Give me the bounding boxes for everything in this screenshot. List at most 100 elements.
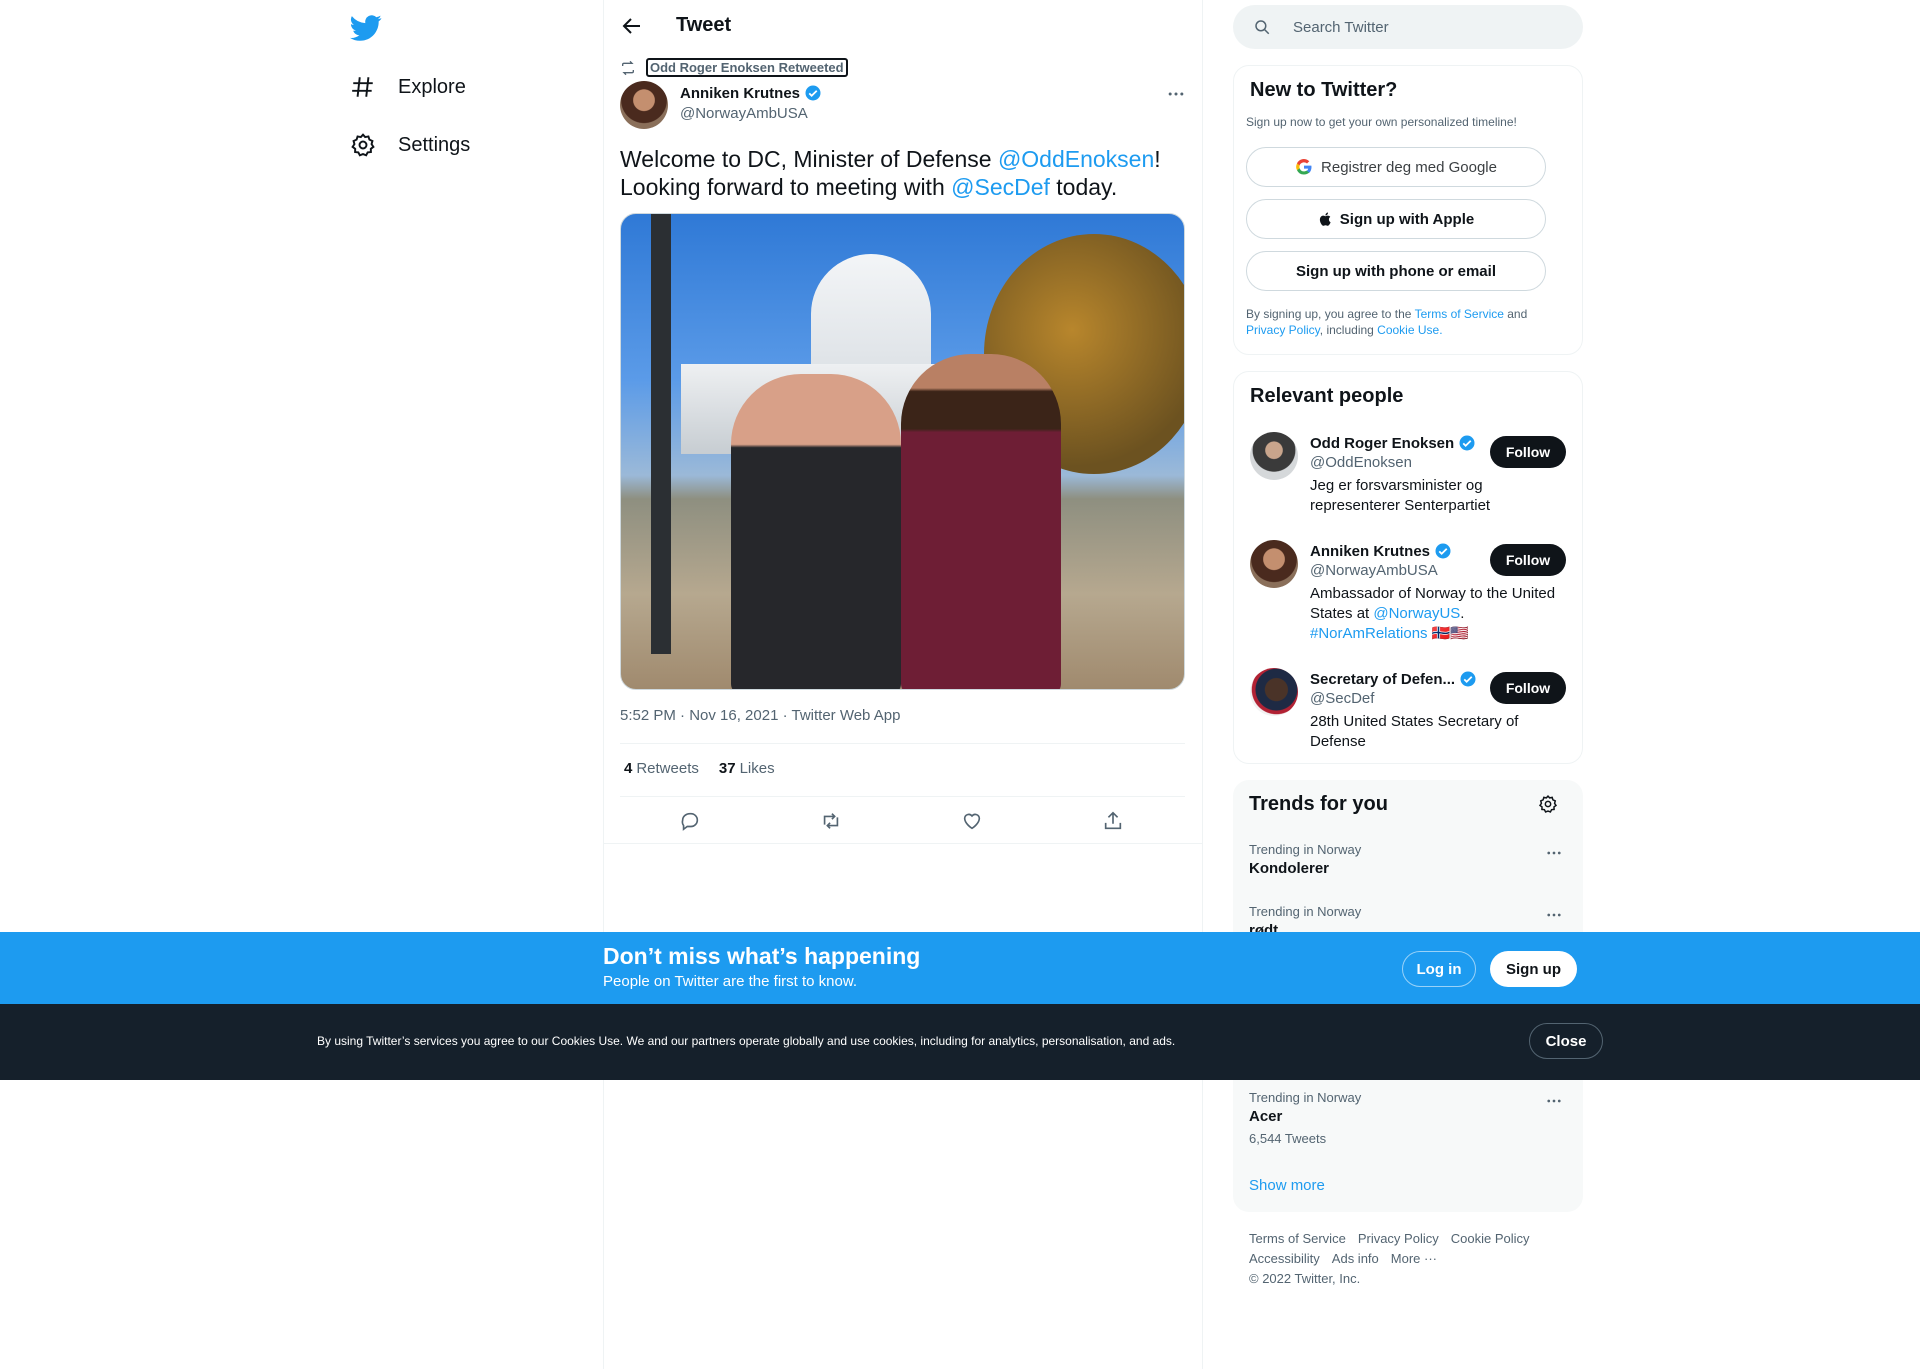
search-bar[interactable]: Search Twitter [1233,5,1583,49]
cookie-use-link[interactable]: Cookie Use. [1377,323,1442,337]
follow-button[interactable]: Follow [1490,544,1566,576]
retweet-action-icon[interactable] [820,810,842,832]
verified-badge-icon [805,85,821,101]
person-handle[interactable]: @OddEnoksen [1310,454,1412,471]
follow-button[interactable]: Follow [1490,672,1566,704]
footer-terms-link[interactable]: Terms of Service [1249,1231,1346,1246]
photo-person-right [901,354,1061,689]
retweeted-by-link[interactable]: Odd Roger Enoksen Retweeted [646,58,848,77]
trend-name[interactable]: Acer [1249,1108,1282,1125]
google-g-icon [1296,158,1312,175]
hashtag-noramrelations[interactable]: #NorAmRelations [1310,625,1428,642]
retweets-count: 4 [624,760,633,777]
trend-name[interactable]: Kondolerer [1249,860,1329,877]
tweet-author-handle[interactable]: @NorwayAmbUSA [680,105,808,122]
trend-category: Trending in Norway [1249,904,1362,919]
like-heart-icon[interactable] [961,810,983,832]
nav-settings[interactable]: Settings [350,125,470,165]
signup-legal-text: By signing up, you agree to the Terms of… [1246,306,1566,338]
phone-email-signup-button[interactable]: Sign up with phone or email [1246,251,1546,291]
search-icon [1255,20,1270,35]
banner-subtitle: People on Twitter are the first to know. [603,973,858,990]
likes-stat[interactable]: 37 Likes [719,760,775,777]
cookie-close-button[interactable]: Close [1529,1023,1603,1059]
search-input[interactable]: Search Twitter [1293,19,1389,36]
person-bio: Ambassador of Norway to the United State… [1310,584,1570,644]
terms-link[interactable]: Terms of Service [1415,307,1504,321]
relevant-people-title: Relevant people [1250,385,1404,407]
verified-badge-icon [1459,435,1475,451]
privacy-link[interactable]: Privacy Policy [1246,323,1320,337]
tweet-author-avatar[interactable] [620,81,668,129]
back-arrow-icon[interactable] [620,14,644,38]
legal-text: , including [1319,323,1378,337]
share-icon[interactable] [1102,810,1124,832]
footer-more-link[interactable]: More ··· [1391,1251,1437,1266]
more-options-icon[interactable] [1166,84,1186,104]
gear-icon [351,133,375,157]
person-name-row[interactable]: Anniken Krutnes [1310,542,1452,560]
legal-text: By signing up, you agree to the [1246,307,1415,321]
center-column-right-border [1202,0,1203,1369]
person-avatar[interactable] [1250,432,1298,480]
nav-explore-label: Explore [398,75,466,98]
footer-privacy-link[interactable]: Privacy Policy [1358,1231,1439,1246]
center-column-left-border [603,0,604,1369]
more-options-icon[interactable] [1545,906,1563,924]
tweet-photo[interactable] [620,213,1185,690]
tweet-text-part: today. [1049,174,1118,200]
reply-icon[interactable] [679,810,701,832]
person-name: Secretary of Defen... [1310,670,1456,688]
apple-logo-icon [1319,212,1331,226]
person-name-row[interactable]: Secretary of Defen... [1310,670,1477,688]
google-signup-label: Registrer deg med Google [1321,158,1497,176]
new-to-twitter-subtitle: Sign up now to get your own personalized… [1246,115,1517,129]
person-avatar[interactable] [1250,668,1298,716]
tweet-text-part: Welcome to DC, Minister of Defense [620,146,998,172]
person-name-row[interactable]: Odd Roger Enoksen [1310,434,1476,452]
signup-button[interactable]: Sign up [1490,951,1577,987]
footer-links: Terms of Service Privacy Policy Cookie Pol… [1249,1229,1579,1289]
trend-tweet-count: 6,544 Tweets [1249,1131,1327,1146]
more-options-icon[interactable] [1545,1092,1563,1110]
trend-category: Trending in Norway [1249,842,1362,857]
likes-count: 37 [718,760,736,777]
verified-badge-icon [1435,543,1451,559]
show-more-link[interactable]: Show more [1249,1177,1325,1194]
tweet-author-name-row[interactable]: Anniken Krutnes [680,84,822,102]
phone-email-signup-label: Sign up with phone or email [1295,262,1496,280]
apple-signup-label: Sign up with Apple [1339,210,1475,228]
person-bio: 28th United States Secretary of Defense [1310,713,1519,750]
person-bio-text: . [1460,605,1465,622]
person-handle[interactable]: @SecDef [1310,690,1374,707]
footer-cookie-link[interactable]: Cookie Policy [1451,1231,1530,1246]
mention-secdef[interactable]: @SecDef [951,174,1050,200]
mention-oddenoksen[interactable]: @OddEnoksen [998,146,1154,172]
page-title: Tweet [676,14,732,36]
photo-person-left [731,374,901,689]
login-banner [0,932,1920,1004]
retweets-stat[interactable]: 4 Retweets [624,760,699,777]
nav-explore[interactable]: Explore [350,67,466,107]
tweet-stats: 4 Retweets 37 Likes [624,760,775,777]
tweet-author-name[interactable]: Anniken Krutnes [680,85,800,102]
footer-copyright: © 2022 Twitter, Inc. [1249,1271,1361,1286]
trend-category: Trending in Norway [1249,1090,1362,1105]
person-name: Anniken Krutnes [1310,542,1431,560]
person-name: Odd Roger Enoksen [1310,434,1455,452]
more-options-icon[interactable] [1545,844,1563,862]
mention-norwayus[interactable]: @NorwayUS [1373,605,1460,622]
person-avatar[interactable] [1250,540,1298,588]
hashtag-icon [352,77,373,97]
tweet-timestamp[interactable]: 5:52 PM · Nov 16, 2021 · Twitter Web App [620,707,900,724]
apple-signup-button[interactable]: Sign up with Apple [1246,199,1546,239]
follow-button[interactable]: Follow [1490,436,1566,468]
footer-ads-info-link[interactable]: Ads info [1332,1251,1379,1266]
twitter-logo-icon[interactable] [350,12,382,44]
trends-settings-gear-icon[interactable] [1538,794,1558,814]
person-handle[interactable]: @NorwayAmbUSA [1310,562,1438,579]
divider [620,796,1185,797]
login-button[interactable]: Log in [1402,951,1476,987]
google-signup-button[interactable]: Registrer deg med Google [1246,147,1546,187]
footer-accessibility-link[interactable]: Accessibility [1249,1251,1320,1266]
